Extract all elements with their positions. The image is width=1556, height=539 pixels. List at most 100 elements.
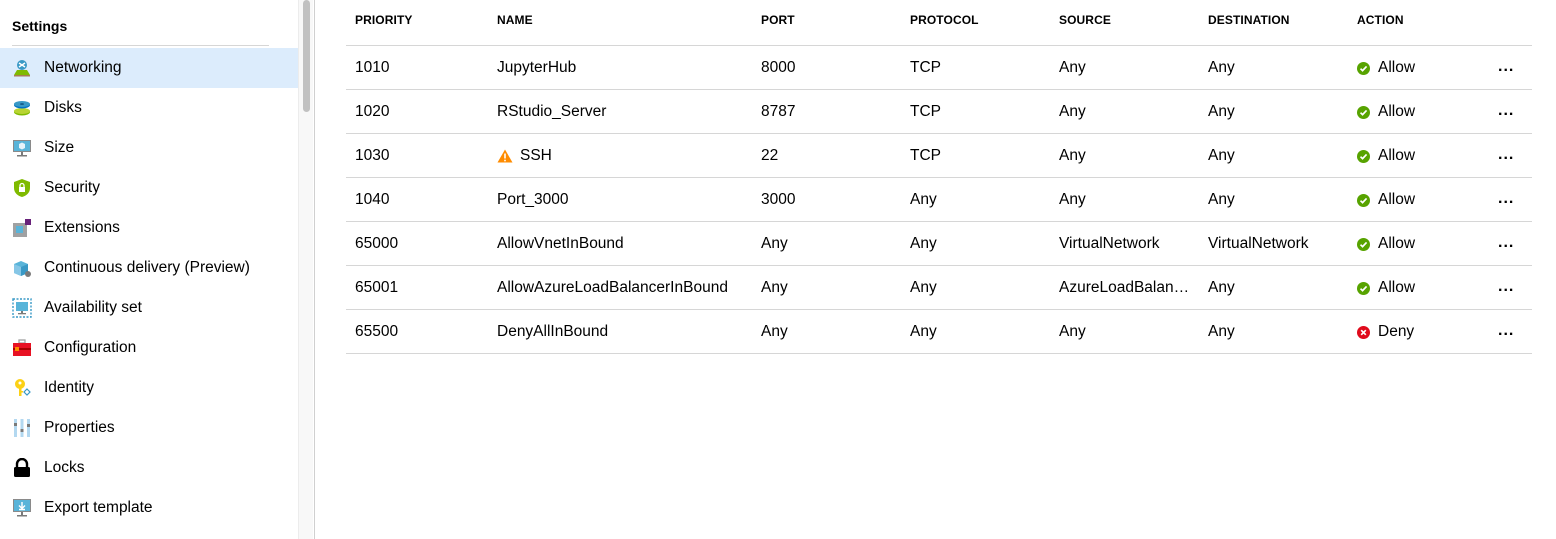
name-text: AllowVnetInBound [497,235,624,252]
availability-set-icon [12,298,32,318]
port-text: Any [761,235,788,252]
priority-text: 1010 [355,59,390,76]
warning-icon[interactable] [497,149,513,163]
priority-text: 1030 [355,147,390,164]
header-action[interactable]: ACTION [1357,13,1404,27]
destination-text: Any [1208,279,1235,296]
sidebar-item-label: Disks [44,99,82,116]
header-source[interactable]: SOURCE [1059,13,1111,27]
more-options-button[interactable]: ... [1498,190,1514,208]
cell-port: 8787 [761,103,795,121]
sidebar-item-identity[interactable]: Identity [0,368,298,408]
table-row[interactable]: 65500 DenyAllInBound Any Any Any Any Deny... [346,310,1532,354]
cell-port: Any [761,235,788,253]
sidebar-heading: Settings [12,18,68,34]
table-header: PRIORITY NAME PORT PROTOCOL SOURCE DESTI… [346,0,1532,46]
sidebar-item-locks[interactable]: Locks [0,448,298,488]
header-priority[interactable]: PRIORITY [355,13,412,27]
cell-destination: Any [1208,59,1235,77]
header-destination[interactable]: DESTINATION [1208,13,1290,27]
sidebar-item-extensions[interactable]: Extensions [0,208,298,248]
disks-icon [12,98,32,118]
name-text: DenyAllInBound [497,323,609,340]
sidebar-item-continuous-delivery-preview[interactable]: Continuous delivery (Preview) [0,248,298,288]
header-port[interactable]: PORT [761,13,795,27]
protocol-text: TCP [910,59,941,76]
sidebar-item-size[interactable]: Size [0,128,298,168]
sidebar-item-disks[interactable]: Disks [0,88,298,128]
table-body: 1010 JupyterHub 8000 TCP Any Any Allow... 1020 R… [346,46,1532,354]
sidebar-item-properties[interactable]: Properties [0,408,298,448]
table-row[interactable]: 65001 AllowAzureLoadBalancerInBound Any Any… [346,266,1532,310]
more-options-button[interactable]: ... [1498,278,1514,296]
cell-source: Any [1059,191,1086,209]
protocol-text: Any [910,323,937,340]
allow-check-icon [1357,193,1370,207]
cell-name: DenyAllInBound [497,323,608,341]
more-options-button[interactable]: ... [1498,102,1514,120]
table-row[interactable]: 1040 Port_3000 3000 Any Any Any Allow... [346,178,1532,222]
table-row[interactable]: 1020 RStudio_Server 8787 TCP Any Any Allow... [346,90,1532,134]
cell-name: AllowAzureLoadBalancerInBound [497,279,728,297]
cell-name: AllowVnetInBound [497,235,624,253]
cell-protocol: TCP [910,103,941,121]
header-name[interactable]: NAME [497,13,533,27]
cell-action: Allow [1357,59,1415,77]
port-text: 8000 [761,59,796,76]
cell-priority: 65001 [355,279,398,297]
cell-port: 3000 [761,191,795,209]
cell-protocol: Any [910,279,937,297]
name-text: AllowAzureLoadBalancerInBound [497,279,728,296]
lock-icon [12,458,32,478]
port-text: 3000 [761,191,796,208]
more-options-button[interactable]: ... [1498,146,1514,164]
cell-action: Allow [1357,235,1415,253]
destination-text: Any [1208,191,1235,208]
table-row[interactable]: 65000 AllowVnetInBound Any Any VirtualNetwor… [346,222,1532,266]
priority-text: 1040 [355,191,390,208]
sidebar-divider [12,45,269,46]
cell-source: Any [1059,103,1086,121]
source-text: Any [1059,103,1086,120]
table-row[interactable]: 1030 SSH 22 TCP Any Any Allow... [346,134,1532,178]
cell-action: Allow [1357,147,1415,165]
name-text: Port_3000 [497,191,569,208]
cell-protocol: Any [910,323,937,341]
allow-check-icon [1357,281,1370,295]
security-shield-icon [12,178,32,198]
sidebar-item-label: Identity [44,379,94,396]
action-text: Allow [1378,59,1416,76]
deny-x-icon [1357,325,1370,339]
cell-name: JupyterHub [497,59,576,77]
allow-check-icon [1357,237,1370,251]
header-protocol[interactable]: PROTOCOL [910,13,979,27]
table-row[interactable]: 1010 JupyterHub 8000 TCP Any Any Allow... [346,46,1532,90]
settings-sidebar: Settings Networking Disks Size Security Exte… [0,0,298,539]
sidebar-item-networking[interactable]: Networking [0,48,298,88]
cell-action: Allow [1357,279,1415,297]
destination-text: VirtualNetwork [1208,235,1309,252]
pane-divider [314,0,315,539]
cell-protocol: TCP [910,147,941,165]
port-text: Any [761,323,788,340]
name-text: JupyterHub [497,59,577,76]
sidebar-item-label: Networking [44,59,122,76]
inbound-rules-table: PRIORITY NAME PORT PROTOCOL SOURCE DESTI… [346,0,1532,354]
cell-name: Port_3000 [497,191,569,209]
cell-port: Any [761,323,788,341]
protocol-text: Any [910,235,937,252]
more-options-button[interactable]: ... [1498,58,1514,76]
sidebar-item-export-template[interactable]: Export template [0,488,298,528]
more-options-button[interactable]: ... [1498,322,1514,340]
cell-destination: Any [1208,323,1235,341]
sidebar-scrollbar-thumb[interactable] [303,0,310,112]
source-text: AzureLoadBalancer [1059,279,1195,296]
cell-action: Deny [1357,323,1414,341]
sidebar-item-availability-set[interactable]: Availability set [0,288,298,328]
sidebar-item-label: Configuration [44,339,137,356]
sidebar-item-security[interactable]: Security [0,168,298,208]
sidebar-item-configuration[interactable]: Configuration [0,328,298,368]
cell-source: VirtualNetwork [1059,235,1160,253]
sidebar-nav: Networking Disks Size Security Extensions Con… [0,48,298,528]
more-options-button[interactable]: ... [1498,234,1514,252]
